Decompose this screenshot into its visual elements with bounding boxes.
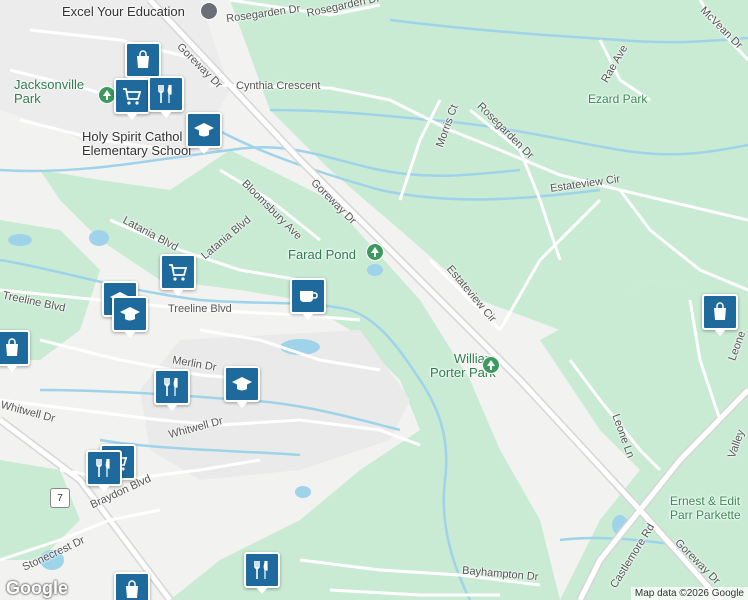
marker-food-2[interactable] xyxy=(154,369,190,411)
farad-pond-label[interactable]: Farad Pond xyxy=(288,247,356,262)
william-porter-park-marker[interactable] xyxy=(482,356,500,374)
tree-icon xyxy=(371,247,379,257)
restaurant-icon xyxy=(158,84,172,103)
marker-food-3[interactable] xyxy=(86,450,122,492)
marker-cart-2[interactable] xyxy=(160,254,196,296)
residential-south xyxy=(140,330,410,480)
marker-school-1[interactable] xyxy=(186,112,222,154)
ezard-park-label[interactable]: Ezard Park xyxy=(588,92,647,106)
holy-spirit-school-label[interactable]: Holy Spirit Cathol Elementary School xyxy=(82,130,191,158)
shopping-bag-icon xyxy=(137,50,149,68)
farad-pond-marker[interactable] xyxy=(366,243,384,261)
marker-school-3[interactable] xyxy=(112,296,148,338)
marker-bag-2[interactable] xyxy=(0,330,30,372)
jacksonville-park-label[interactable]: Jacksonville Park xyxy=(14,78,84,106)
route-7-shield: 7 xyxy=(50,488,70,508)
marker-bag-3[interactable] xyxy=(702,294,738,336)
marker-bag-1[interactable] xyxy=(125,42,161,84)
street-treeline-2: Treeline Blvd xyxy=(168,303,232,315)
parr-parkette-label[interactable]: Ernest & Edit Parr Parkette xyxy=(670,494,741,522)
google-logo: Google xyxy=(6,578,68,598)
school-icon xyxy=(120,307,140,321)
marker-cafe-1[interactable] xyxy=(290,278,326,320)
marker-food-4[interactable] xyxy=(244,552,280,594)
map-attribution[interactable]: Map data ©2026 Google xyxy=(630,587,748,600)
cafe-icon xyxy=(300,291,318,302)
restaurant-icon xyxy=(254,560,268,579)
shopping-bag-icon xyxy=(6,338,18,356)
marker-school-4[interactable] xyxy=(224,366,260,408)
excel-education-marker[interactable] xyxy=(200,2,218,20)
tree-icon xyxy=(487,360,495,370)
school-icon xyxy=(194,123,214,137)
marker-cart-1[interactable] xyxy=(114,78,150,120)
restaurant-icon xyxy=(96,458,110,477)
shopping-cart-icon xyxy=(169,264,188,281)
shopping-bag-icon xyxy=(714,302,726,320)
map-canvas[interactable]: Excel Your Education Jacksonville Park H… xyxy=(0,0,748,600)
restaurant-icon xyxy=(164,377,178,396)
shopping-bag-icon xyxy=(126,580,138,598)
street-cynthia: Cynthia Crescent xyxy=(236,80,321,92)
marker-bag-4[interactable] xyxy=(114,572,150,600)
tree-icon xyxy=(103,90,111,100)
marker-food-1[interactable] xyxy=(148,76,184,118)
excel-education-label[interactable]: Excel Your Education xyxy=(62,4,185,19)
school-icon xyxy=(232,377,252,391)
shopping-cart-icon xyxy=(123,88,142,105)
